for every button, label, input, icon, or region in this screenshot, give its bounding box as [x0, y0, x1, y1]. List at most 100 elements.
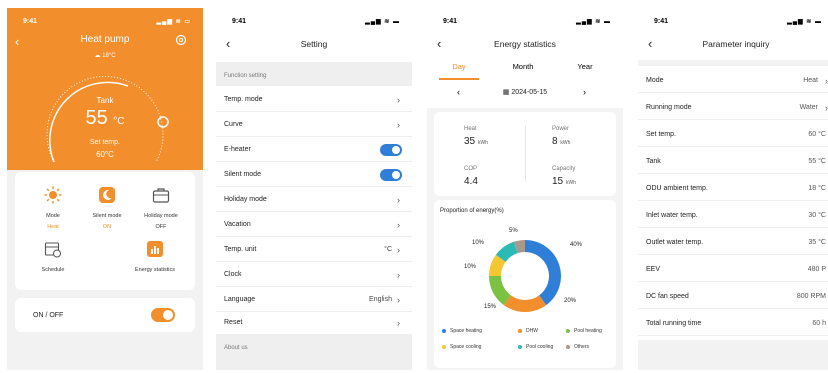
energy-statistics-button[interactable]: Energy statistics	[119, 240, 191, 273]
stat-power: Power 8 kWh	[552, 126, 570, 147]
setting-screen: 9:41 ▂▄▆ ≋ ▬ ‹ Setting Function setting …	[216, 8, 412, 370]
setting-row-temp-unit[interactable]: Temp. unit °C ›	[216, 238, 412, 262]
date-selector[interactable]: ▦ 2024-05-15	[427, 88, 623, 96]
setting-row-silent-mode: Silent mode	[216, 163, 412, 187]
row-label: DC fan speed	[646, 293, 689, 300]
function-card: Mode Heat Silent mode ON Holiday mode OF…	[15, 172, 195, 290]
tab-month[interactable]: Month	[503, 62, 543, 71]
energy-proportion-card: Proportion of energy(%) 40% 20% 15% 10% …	[434, 200, 616, 368]
status-bar: 9:41 ▂▄▆ ≋ ▬	[216, 16, 412, 28]
weather-readout: ☁ 18°C	[94, 53, 116, 59]
chevron-right-icon[interactable]: ›	[583, 87, 586, 97]
donut-slice-pool-cooling	[495, 241, 518, 263]
row-value: 60 °C	[808, 131, 826, 138]
param-row-odu-ambient: ODU ambient temp. 18 °C	[638, 175, 828, 201]
row-value: Heat	[803, 77, 818, 84]
signal-icon: ▂▄▆ ≋ ▬	[576, 19, 611, 25]
silent-mode-label: Silent mode	[92, 213, 122, 219]
donut-slice-space-heating	[524, 240, 561, 306]
chevron-right-icon: ›	[397, 245, 400, 255]
about-us-link[interactable]: About us	[216, 335, 412, 370]
set-temp-label: Set temp.	[90, 139, 120, 146]
param-row-inlet-water: Inlet water temp. 30 °C	[638, 202, 828, 228]
bar-chart-icon	[147, 241, 163, 257]
stat-cop: COP 4.4	[464, 166, 478, 187]
tab-year[interactable]: Year	[565, 62, 605, 71]
row-label: EEV	[646, 266, 661, 273]
status-time: 9:41	[654, 18, 669, 25]
setting-row-clock[interactable]: Clock ›	[216, 263, 412, 287]
schedule-button[interactable]: Schedule	[23, 240, 83, 273]
tank-unit: °C	[113, 116, 125, 127]
stat-heat: Heat 35 kWh	[464, 126, 488, 147]
status-bar: 9:41 ▂▄▆ ≋ ▬	[427, 16, 623, 28]
footer-spacer	[638, 340, 828, 370]
chevron-right-icon: ›	[397, 220, 400, 230]
mode-label: Mode	[46, 213, 60, 219]
donut-slice-dhw	[503, 295, 547, 312]
energy-donut-chart	[489, 240, 561, 312]
legend-dhw: DHW	[518, 328, 538, 334]
stat-label: COP	[464, 166, 478, 172]
donut-slice-pool-heating	[489, 275, 512, 306]
energy-header: 9:41 ▂▄▆ ≋ ▬ ‹ Energy statistics Day Mon…	[427, 8, 623, 108]
mode-button[interactable]: Mode Heat	[23, 186, 83, 230]
param-row-dc-fan: DC fan speed 800 RPM	[638, 283, 828, 309]
setting-row-reset[interactable]: Reset ›	[216, 311, 412, 335]
param-row-mode[interactable]: Mode Heat ›	[638, 67, 828, 93]
stat-capacity: Capacity 15 kWh	[552, 166, 576, 187]
row-value: °C	[384, 246, 392, 253]
row-value: 18 °C	[808, 185, 826, 192]
legend-others: Others	[566, 344, 589, 350]
row-label: Language	[224, 296, 256, 303]
tab-day[interactable]: Day	[439, 62, 479, 71]
e-heater-toggle[interactable]	[380, 144, 402, 156]
row-label: Running mode	[646, 104, 692, 111]
setting-row-curve[interactable]: Curve ›	[216, 113, 412, 137]
chevron-right-icon: ›	[397, 270, 400, 280]
status-time: 9:41	[23, 18, 38, 25]
energy-stats-card: Heat 35 kWh Power 8 kWh COP 4.4 Capacity…	[434, 112, 616, 196]
row-label: E-heater	[224, 146, 251, 153]
param-row-running-mode[interactable]: Running mode Water ›	[638, 94, 828, 120]
stat-value: 15 kWh	[552, 176, 576, 187]
row-label: Curve	[224, 121, 243, 128]
param-row-tank: Tank 55 °C	[638, 148, 828, 174]
row-label: Reset	[224, 319, 243, 326]
row-value: 55 °C	[808, 158, 826, 165]
gear-icon[interactable]	[175, 34, 187, 46]
legend-space-cooling: Space cooling	[442, 344, 481, 350]
calendar-icon	[44, 242, 61, 258]
slice-label: 15%	[484, 304, 497, 310]
energy-statistics-screen: 9:41 ▂▄▆ ≋ ▬ ‹ Energy statistics Day Mon…	[427, 8, 623, 370]
row-label: Temp. mode	[224, 96, 263, 103]
setting-row-e-heater: E-heater	[216, 138, 412, 162]
page-title: Heat pump	[80, 34, 130, 45]
row-label: Set temp.	[646, 131, 676, 138]
setting-row-language[interactable]: Language English ›	[216, 288, 412, 312]
slice-label: 40%	[570, 242, 583, 248]
stat-label: Heat	[464, 126, 477, 132]
row-label: Tank	[646, 158, 661, 165]
row-label: Outlet water temp.	[646, 239, 704, 246]
page-title: Setting	[300, 39, 328, 49]
status-bar: 9:41 ▂▄▆ ≋ ▭	[7, 16, 203, 28]
row-label: Total running time	[646, 320, 702, 327]
setting-row-holiday-mode[interactable]: Holiday mode ›	[216, 188, 412, 212]
silent-mode-toggle[interactable]	[380, 169, 402, 181]
param-row-outlet-water: Outlet water temp. 35 °C	[638, 229, 828, 255]
holiday-mode-button[interactable]: Holiday mode OFF	[131, 186, 191, 230]
moon-icon	[99, 187, 115, 203]
setting-row-vacation[interactable]: Vacation ›	[216, 213, 412, 237]
row-label: ODU ambient temp.	[646, 185, 708, 192]
set-temp-value: 60°C	[96, 150, 114, 159]
power-toggle[interactable]	[151, 308, 175, 322]
holiday-mode-label: Holiday mode	[144, 213, 178, 219]
param-row-set-temp: Set temp. 60 °C	[638, 121, 828, 147]
row-label: Clock	[224, 271, 242, 278]
stat-label: Capacity	[552, 166, 576, 172]
silent-mode-button[interactable]: Silent mode ON	[77, 186, 137, 230]
setting-row-temp-mode[interactable]: Temp. mode ›	[216, 88, 412, 112]
row-label: Holiday mode	[224, 196, 267, 203]
onoff-label: ON / OFF	[33, 312, 64, 319]
